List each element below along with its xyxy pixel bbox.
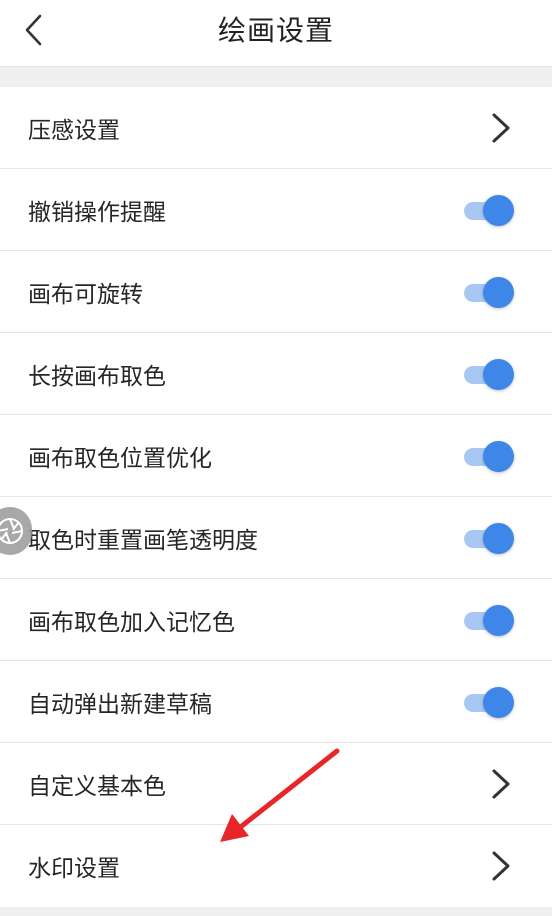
setting-label: 画布可旋转 xyxy=(28,281,143,308)
reset-opacity-toggle[interactable] xyxy=(464,522,514,554)
pick-to-memory-toggle[interactable] xyxy=(464,604,514,636)
header-bar: 绘画设置 xyxy=(0,0,552,67)
auto-new-draft-toggle[interactable] xyxy=(464,686,514,718)
setting-auto-new-draft[interactable]: 自动弹出新建草稿 xyxy=(0,661,552,743)
chevron-right-icon xyxy=(490,850,512,882)
setting-label: 画布取色加入记忆色 xyxy=(28,609,235,636)
setting-label: 自定义基本色 xyxy=(28,773,166,800)
settings-list: 压感设置 撤销操作提醒 画布可旋转 长按画布取色 画布取色位置优化 取色时重置画… xyxy=(0,87,552,907)
setting-label: 水印设置 xyxy=(28,856,120,882)
setting-custom-colors[interactable]: 自定义基本色 xyxy=(0,743,552,825)
setting-pick-position-opt[interactable]: 画布取色位置优化 xyxy=(0,415,552,497)
pick-position-opt-toggle[interactable] xyxy=(464,440,514,472)
setting-label: 自动弹出新建草稿 xyxy=(28,691,212,718)
page-title: 绘画设置 xyxy=(217,14,334,47)
setting-pick-to-memory[interactable]: 画布取色加入记忆色 xyxy=(0,579,552,661)
setting-long-press-pick[interactable]: 长按画布取色 xyxy=(0,333,552,415)
setting-label: 画布取色位置优化 xyxy=(28,445,212,472)
setting-label: 压感设置 xyxy=(28,117,120,144)
undo-reminder-toggle[interactable] xyxy=(464,194,514,226)
aperture-icon xyxy=(0,518,23,544)
canvas-rotate-toggle[interactable] xyxy=(464,276,514,308)
setting-canvas-rotate[interactable]: 画布可旋转 xyxy=(0,251,552,333)
setting-label: 长按画布取色 xyxy=(28,363,166,390)
setting-label: 取色时重置画笔透明度 xyxy=(28,527,258,554)
setting-label: 撤销操作提醒 xyxy=(28,199,166,226)
setting-undo-reminder[interactable]: 撤销操作提醒 xyxy=(0,169,552,251)
chevron-right-icon xyxy=(490,768,512,800)
setting-reset-opacity[interactable]: 取色时重置画笔透明度 xyxy=(0,497,552,579)
setting-watermark[interactable]: 水印设置 xyxy=(0,825,552,907)
long-press-pick-toggle[interactable] xyxy=(464,358,514,390)
chevron-right-icon xyxy=(490,112,512,144)
setting-pressure[interactable]: 压感设置 xyxy=(0,87,552,169)
